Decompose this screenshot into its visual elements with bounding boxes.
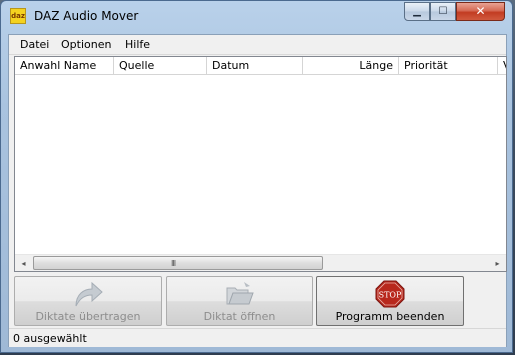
list-header: Anwahl Name Quelle Datum Länge Priorität… <box>15 57 506 75</box>
stop-sign-icon: STOP <box>375 280 405 308</box>
scroll-right-arrow-icon[interactable]: ▸ <box>489 255 506 271</box>
curved-arrow-icon <box>75 281 103 307</box>
dictation-list[interactable]: Anwahl Name Quelle Datum Länge Priorität… <box>14 56 507 272</box>
quit-program-button[interactable]: STOP Programm beenden <box>316 276 464 326</box>
title-bar[interactable]: daz DAZ Audio Mover ▁ ☐ ✕ <box>1 1 512 31</box>
column-header-laenge[interactable]: Länge <box>303 57 399 74</box>
column-header-v[interactable]: V <box>498 57 506 74</box>
column-header-anwahl-name[interactable]: Anwahl Name <box>15 57 114 74</box>
stop-sign-text: STOP <box>379 291 402 300</box>
column-header-datum[interactable]: Datum <box>207 57 303 74</box>
menu-optionen[interactable]: Optionen <box>61 38 111 51</box>
app-window: daz DAZ Audio Mover ▁ ☐ ✕ Datei Optionen… <box>0 0 513 353</box>
open-dictation-button[interactable]: Diktat öffnen <box>166 276 313 326</box>
menu-datei[interactable]: Datei <box>20 38 49 51</box>
status-bar: 0 ausgewählt <box>9 328 506 347</box>
window-title: DAZ Audio Mover <box>34 9 139 23</box>
scroll-left-arrow-icon[interactable]: ◂ <box>15 255 32 271</box>
close-button[interactable]: ✕ <box>456 2 505 21</box>
horizontal-scrollbar[interactable]: ◂ III ▸ <box>15 254 506 271</box>
menu-bar: Datei Optionen Hilfe <box>9 35 506 55</box>
scroll-grip-icon: III <box>171 259 176 268</box>
scroll-thumb[interactable]: III <box>33 256 323 270</box>
quit-program-label: Programm beenden <box>335 310 445 323</box>
app-logo-icon: daz <box>10 8 26 24</box>
maximize-button[interactable]: ☐ <box>430 2 456 21</box>
open-dictation-label: Diktat öffnen <box>203 310 276 323</box>
open-folder-icon <box>226 282 254 305</box>
menu-hilfe[interactable]: Hilfe <box>125 38 150 51</box>
minimize-button[interactable]: ▁ <box>404 2 430 21</box>
client-area: Datei Optionen Hilfe Anwahl Name Quelle … <box>8 34 507 347</box>
selection-count-status: 0 ausgewählt <box>13 332 87 345</box>
column-header-quelle[interactable]: Quelle <box>114 57 207 74</box>
transfer-dictations-label: Diktate übertragen <box>35 310 141 323</box>
column-header-prioritaet[interactable]: Priorität <box>399 57 498 74</box>
transfer-dictations-button[interactable]: Diktate übertragen <box>14 276 162 326</box>
